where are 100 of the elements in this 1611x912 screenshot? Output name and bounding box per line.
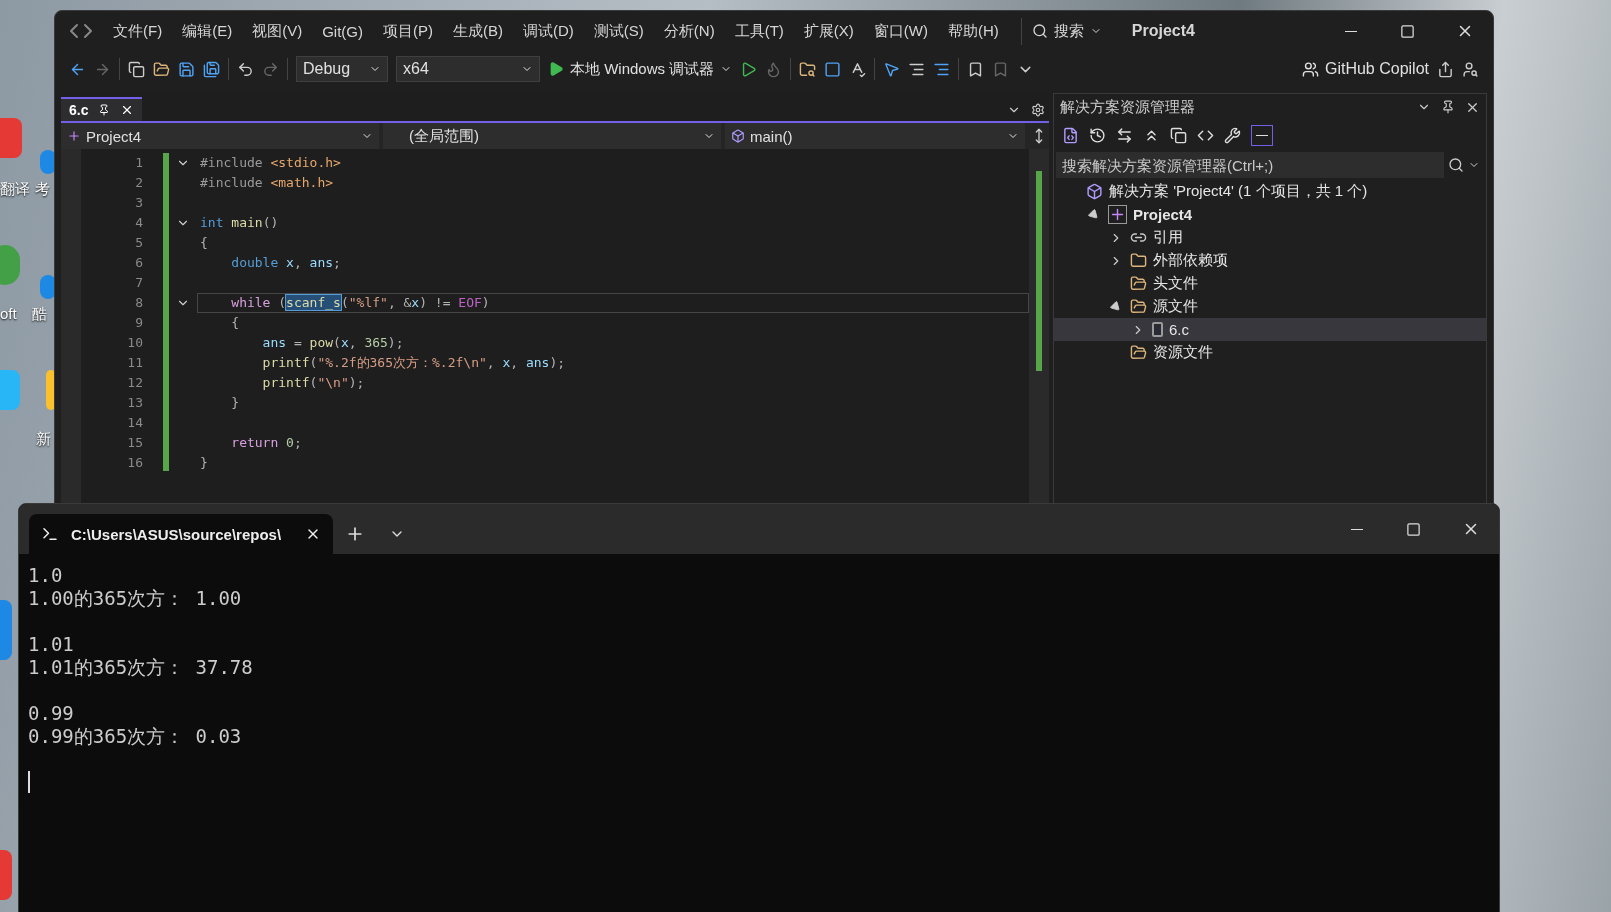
open-folder-icon[interactable] [153,60,170,78]
code-line: { [230,314,240,332]
settings-icon[interactable] [1031,103,1045,117]
code-line: return 0; [230,434,302,452]
copilot-button[interactable]: GitHub Copilot [1301,60,1429,78]
platform-dropdown[interactable]: x64 [396,56,540,82]
menu-item[interactable]: 工具(T) [724,17,794,45]
code-line: int main() [199,214,279,232]
configuration-dropdown[interactable]: Debug [296,56,388,82]
pin-icon [98,104,111,116]
new-item-icon[interactable] [128,60,145,78]
save-all-icon[interactable] [203,60,220,78]
folder-icon [1130,344,1147,361]
tree-item[interactable]: 解决方案 'Project4' (1 个项目，共 1 个) [1054,180,1486,203]
tree-item-label: 外部依赖项 [1153,251,1228,270]
menu-item[interactable]: 分析(N) [653,17,725,45]
tree-item-label: 解决方案 'Project4' (1 个项目，共 1 个) [1109,182,1368,201]
member-dropdown[interactable]: main() [725,123,1025,149]
tree-item-label: 源文件 [1153,297,1198,316]
folder-search-icon[interactable] [799,60,817,78]
solution-view-icon[interactable] [1062,126,1079,144]
menu-item[interactable]: 文件(F) [103,17,173,45]
folder-icon [1130,275,1147,292]
tree-item[interactable]: 资源文件 [1054,341,1486,364]
sync-icon[interactable] [1116,126,1133,144]
line-number: 11 [127,354,143,372]
search-icon [1031,23,1048,39]
minimize-icon [1350,528,1363,530]
terminal-icon [41,525,59,543]
code-line: printf("\n"); [261,374,365,392]
preview-toggle-button[interactable] [1251,124,1273,146]
search-button[interactable]: 搜索 [1020,17,1112,45]
line-number: 5 [135,234,143,252]
project-icon [67,129,81,143]
wrench-icon[interactable] [1224,126,1241,144]
tree-item[interactable]: Project4 [1054,203,1486,226]
line-number: 13 [127,394,143,412]
menu-item[interactable]: 视图(V) [242,17,313,45]
maximize-icon [1400,23,1415,39]
line-number: 1 [135,154,143,172]
menu-item[interactable]: Git(G) [312,18,373,44]
terminal-input-line: 0.99 [28,702,75,725]
code-line: } [199,454,208,472]
document-tab[interactable]: 6.c [61,97,143,121]
folder-icon [1130,252,1147,269]
menu-item[interactable]: 项目(P) [373,17,443,45]
code-line: { [199,234,208,252]
tree-item[interactable]: 源文件 [1054,295,1486,318]
scope-dropdown[interactable]: (全局范围) [383,123,721,149]
menu-item[interactable]: 窗口(W) [863,17,938,45]
cube-icon [731,129,745,143]
tree-item-label: Project4 [1133,206,1193,223]
save-icon[interactable] [178,60,195,78]
undo-icon[interactable] [237,60,254,78]
tree-item-label: 头文件 [1153,274,1198,293]
menu-item[interactable]: 测试(S) [583,17,654,45]
panel-title: 解决方案资源管理器 [1060,97,1196,117]
pointer-icon[interactable] [883,60,901,78]
line-number: 3 [135,194,143,212]
tree-item-label: 资源文件 [1153,343,1213,362]
code-line: #include <math.h> [199,174,334,192]
run-button[interactable]: 本地 Windows 调试器 [548,59,733,79]
code-line: ans = pow(x, 365); [261,334,404,352]
menu-item[interactable]: 编辑(E) [172,17,243,45]
share-icon[interactable] [1437,60,1454,78]
line-number: 15 [127,434,143,452]
scrollbar[interactable] [1029,149,1049,506]
tree-item-label: 引用 [1153,228,1183,247]
play-icon[interactable] [740,60,758,78]
menu-item[interactable]: 调试(D) [513,17,584,45]
solution-icon [1086,183,1103,200]
dash-icon [1256,134,1268,136]
line-number: 9 [135,314,143,332]
window-icon[interactable] [824,60,842,78]
terminal-output-line: 1.00的365次方： 1.00 [28,587,243,610]
terminal-tab[interactable]: C:\Users\ASUS\source\repos\ [29,514,333,554]
line-number: 4 [135,214,143,232]
search-icon [1448,157,1464,173]
feedback-icon[interactable] [1462,60,1479,78]
copy-icon[interactable] [1170,126,1187,144]
menu-item[interactable]: 帮助(H) [937,17,1009,45]
terminal-output-line: 1.01的365次方： 37.78 [28,656,254,679]
redo-icon[interactable] [262,60,279,78]
file-icon [1152,322,1163,337]
history-icon[interactable] [1089,126,1106,144]
tree-item[interactable]: 引用 [1054,226,1486,249]
line-number: 6 [135,254,143,272]
people-icon [1301,60,1319,78]
menu-item[interactable]: 扩展(X) [793,17,864,45]
project-icon [1108,205,1127,224]
search-field[interactable]: 搜索解决方案资源管理器(Ctrl+;) [1056,152,1444,178]
tree-item[interactable]: 6.c [1054,318,1486,341]
menu-item[interactable]: 生成(B) [443,17,513,45]
terminal-output-line: 0.99的365次方： 0.03 [28,725,243,748]
tree-item[interactable]: 外部依赖项 [1054,249,1486,272]
maximize-icon [1406,521,1421,537]
tree-item[interactable]: 头文件 [1054,272,1486,295]
project-dropdown[interactable]: Project4 [61,123,379,149]
line-number: 7 [135,274,143,292]
pin-icon[interactable] [1441,100,1455,114]
